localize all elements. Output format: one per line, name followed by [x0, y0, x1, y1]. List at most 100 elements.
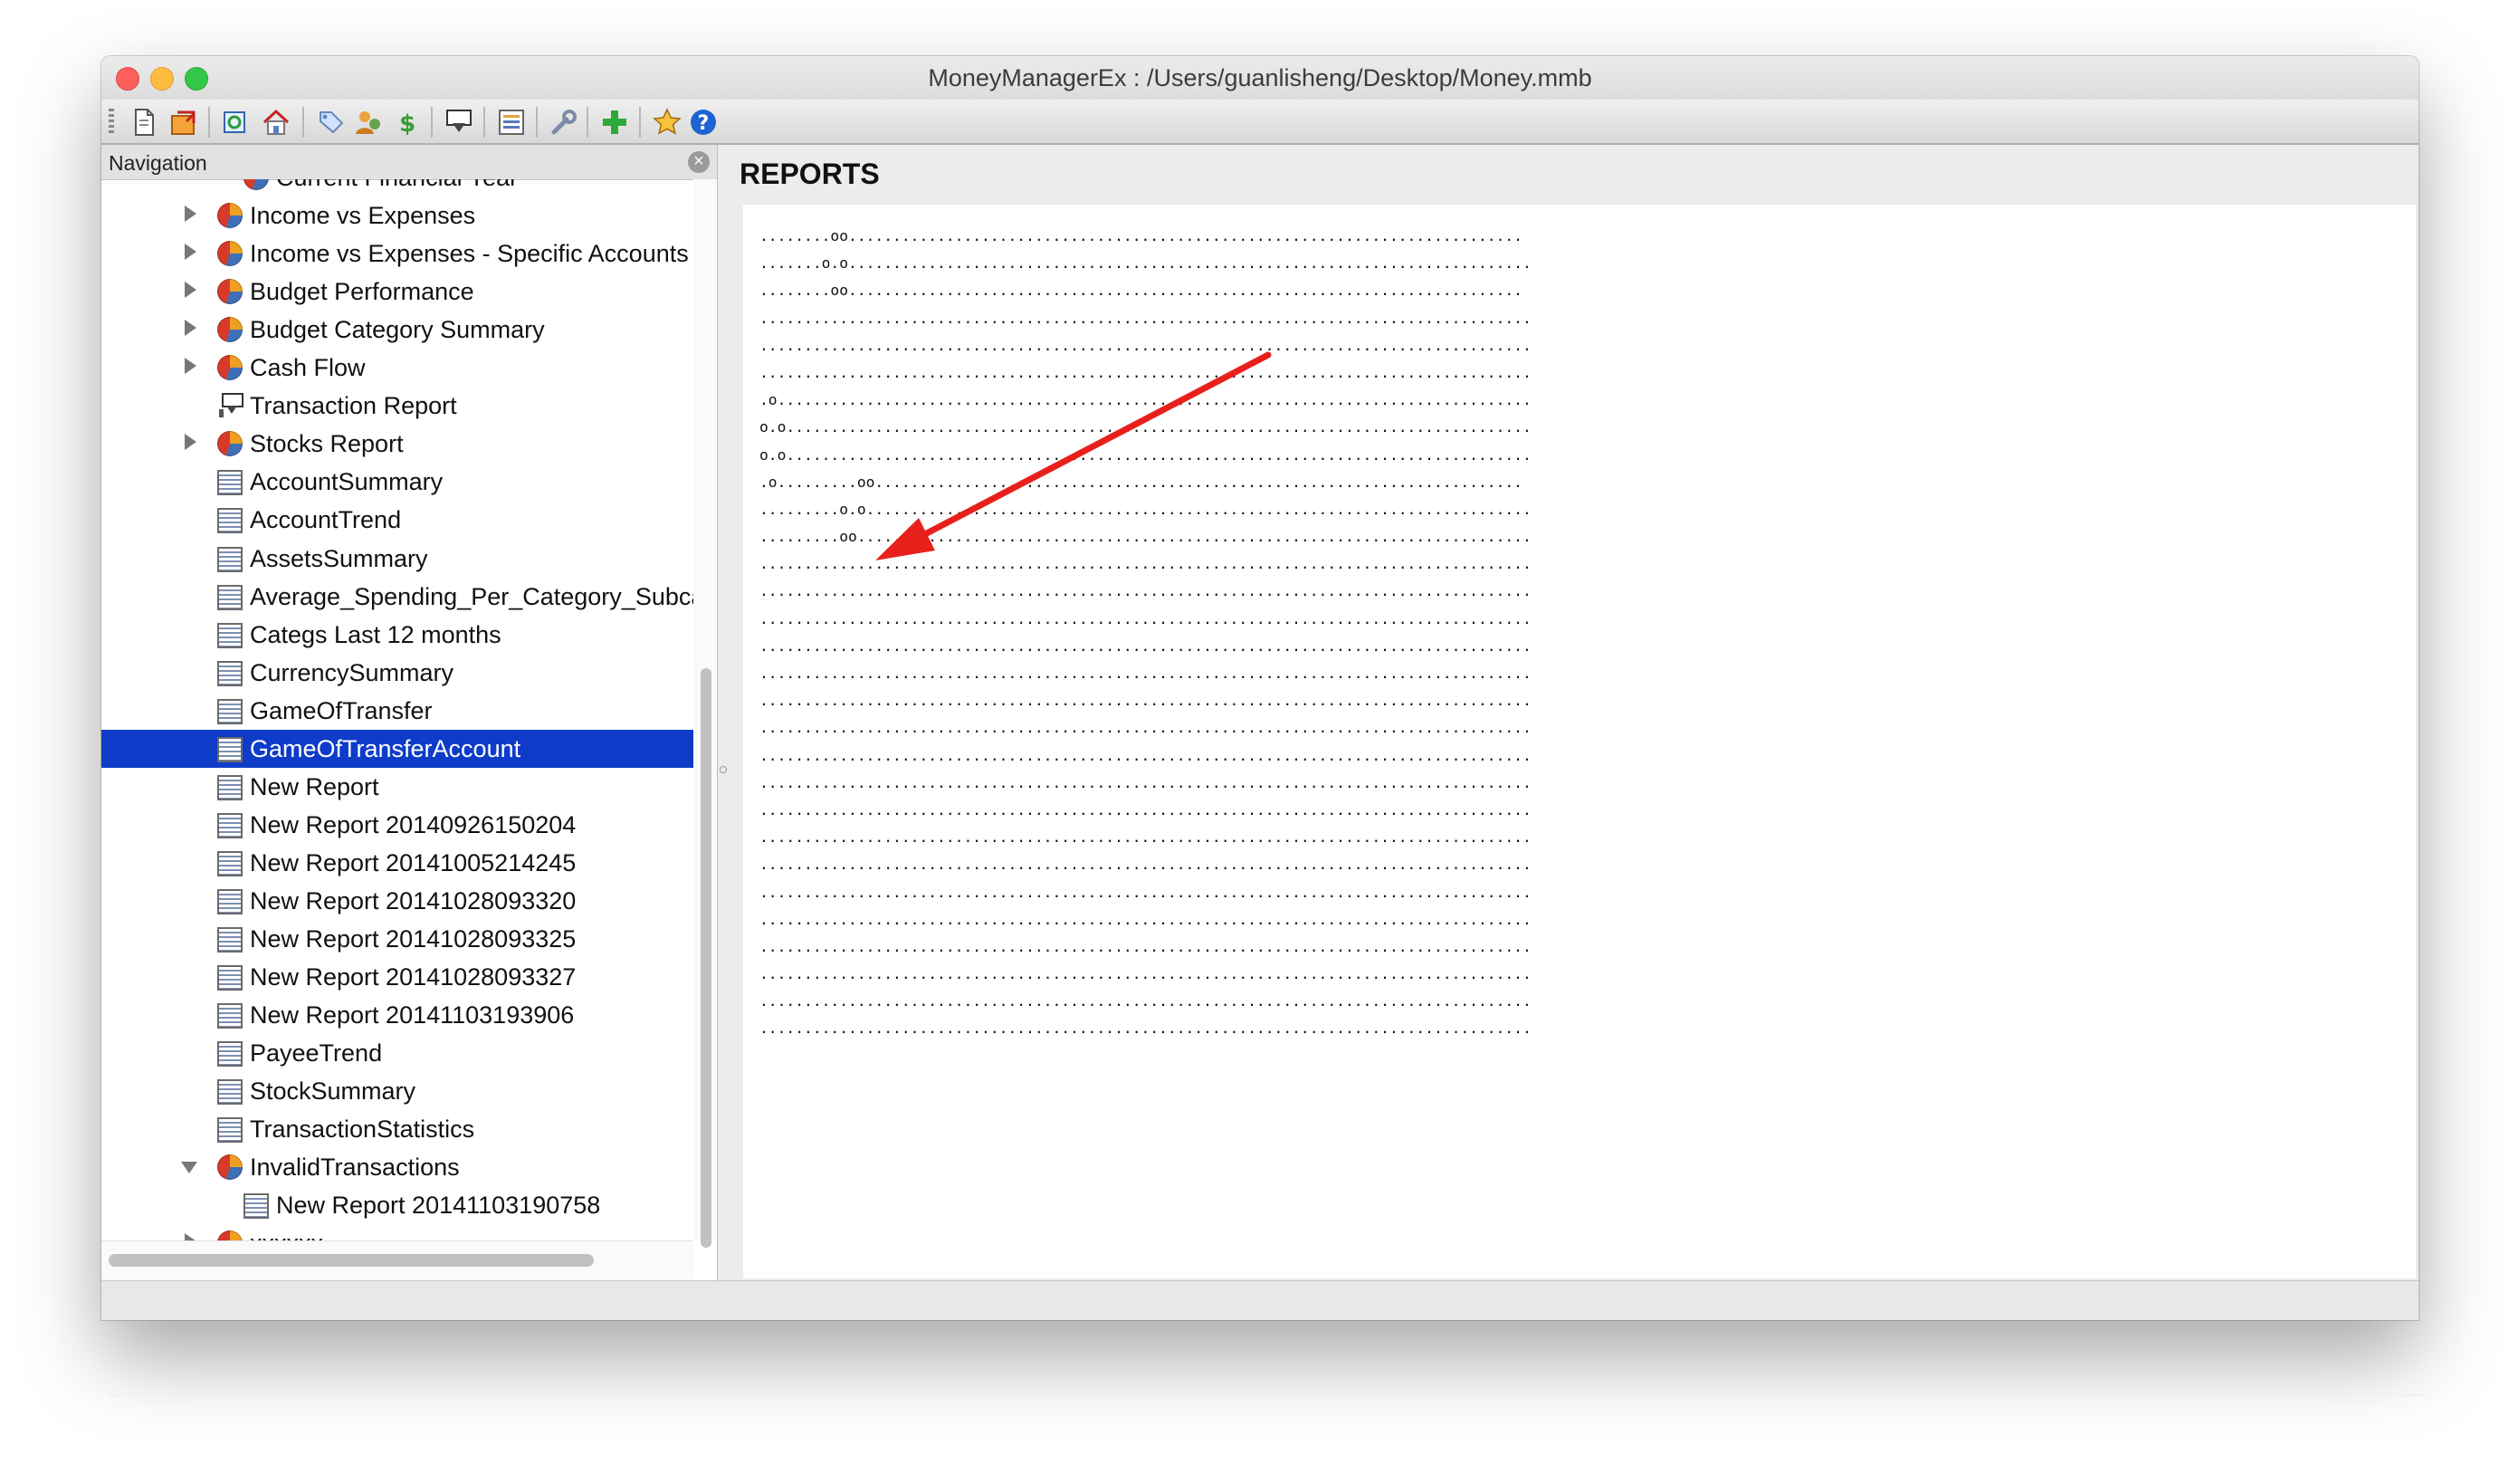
report-sheet-icon [217, 660, 243, 686]
report-view[interactable]: ........oo..............................… [743, 205, 2416, 1278]
tree-item[interactable]: GameOfTransferAccount [101, 729, 693, 768]
report-sheet-icon [217, 965, 243, 991]
disclosure-collapsed-icon[interactable] [185, 282, 196, 299]
tree-item[interactable]: New Report 20140926150204 [101, 806, 693, 844]
disclosure-collapsed-icon[interactable] [185, 358, 196, 375]
tree-item-label: New Report 20141103193906 [250, 1001, 575, 1029]
tree-item-label: xxxxxx [250, 1230, 323, 1240]
svg-text:?: ? [698, 112, 710, 135]
vertical-scrollbar[interactable] [693, 179, 717, 1248]
favorite-star-icon[interactable] [652, 107, 682, 138]
disclosure-collapsed-icon[interactable] [185, 320, 196, 337]
options-wrench-icon[interactable] [549, 107, 579, 138]
currency-icon[interactable]: $ [391, 107, 422, 138]
tree-item[interactable]: xxxxxx [101, 1224, 693, 1240]
horizontal-scroll-thumb[interactable] [109, 1254, 594, 1267]
tree-item[interactable]: AccountTrend [101, 501, 693, 539]
tree-item[interactable]: TransactionStatistics [101, 1110, 693, 1148]
tree-item-label: New Report 20140926150204 [250, 810, 577, 838]
pie-chart-icon [217, 355, 243, 381]
tree-item-label: AccountTrend [250, 506, 402, 534]
tree-item-label: New Report 20141028093327 [250, 963, 577, 991]
tree-item-label: New Report 20141103190758 [276, 1192, 601, 1220]
transaction-filter-icon[interactable] [444, 107, 474, 138]
tree-item[interactable]: Stocks Report [101, 425, 693, 463]
tree-item[interactable]: Budget Category Summary [101, 311, 693, 349]
tree-item-label: Income vs Expenses [250, 202, 476, 230]
disclosure-expanded-icon[interactable] [181, 1162, 197, 1174]
reports-heading: REPORTS [740, 158, 880, 190]
pie-chart-icon [217, 241, 243, 267]
toolbar-grip[interactable] [109, 109, 114, 136]
navigation-title: Navigation [109, 151, 207, 175]
disclosure-collapsed-icon[interactable] [185, 1233, 196, 1240]
tree-item[interactable]: InvalidTransactions [101, 1148, 693, 1186]
payees-icon[interactable] [353, 107, 384, 138]
tree-item-label: Income vs Expenses - Specific Accounts [250, 240, 689, 268]
tree-item-label: InvalidTransactions [250, 1154, 460, 1182]
tree-item[interactable]: Income vs Expenses - Specific Accounts [101, 235, 693, 273]
tree-item[interactable]: Cash Flow [101, 349, 693, 387]
disclosure-collapsed-icon[interactable] [185, 244, 196, 261]
help-icon[interactable]: ? [688, 107, 719, 138]
open-database-icon[interactable] [168, 107, 199, 138]
navigation-panel: Navigation × Current Financial Year Incom… [101, 145, 718, 1281]
board-line: ........................................… [759, 965, 1532, 983]
disclosure-collapsed-icon[interactable] [185, 434, 196, 451]
tree-item[interactable]: Budget Performance [101, 273, 693, 311]
tree-item-label: Cash Flow [250, 354, 366, 382]
tree-item[interactable]: New Report 20141028093327 [101, 958, 693, 996]
tree-item[interactable]: Current Financial Year [101, 179, 693, 196]
tree-item[interactable]: AccountSummary [101, 463, 693, 501]
report-sheet-icon [217, 850, 243, 876]
report-sheet-icon [217, 622, 243, 648]
tree-item-label: Average_Spending_Per_Category_Subcategor… [250, 582, 693, 610]
tree-item[interactable]: StockSummary [101, 1072, 693, 1110]
disclosure-collapsed-icon[interactable] [185, 206, 196, 223]
new-database-icon[interactable] [129, 107, 159, 138]
pie-chart-icon [243, 179, 269, 190]
tree-item[interactable]: New Report 20141005214245 [101, 844, 693, 882]
report-sheet-icon [217, 698, 243, 724]
budget-icon[interactable] [496, 107, 527, 138]
tree-item-label: TransactionStatistics [250, 1116, 475, 1144]
tree-item[interactable]: New Report 20141103193906 [101, 996, 693, 1034]
toolbar: $ ? [101, 100, 2419, 145]
tree-item-label: AssetsSummary [250, 544, 428, 572]
close-icon[interactable]: × [688, 151, 710, 173]
report-sheet-icon [217, 584, 243, 610]
panel-splitter[interactable] [718, 145, 729, 1280]
tree-item[interactable]: Categs Last 12 months [101, 616, 693, 654]
report-sheet-icon [217, 736, 243, 762]
tree-item[interactable]: New Report [101, 768, 693, 806]
splitter-handle[interactable] [720, 766, 727, 773]
navigation-tree[interactable]: Current Financial Year Income vs Expenses… [101, 179, 693, 1240]
toolbar-separator [639, 107, 641, 138]
add-new-icon[interactable] [599, 107, 630, 138]
toolbar-separator [431, 107, 433, 138]
tree-item[interactable]: GameOfTransfer [101, 692, 693, 730]
tree-item[interactable]: Transaction Report [101, 387, 693, 425]
tags-icon[interactable] [315, 107, 346, 138]
tree-item-label: New Report 20141028093325 [250, 925, 577, 953]
svg-text:$: $ [399, 110, 415, 138]
board-line: ........................................… [759, 856, 1532, 874]
refresh-icon[interactable] [221, 107, 252, 138]
tree-item-label: New Report 20141005214245 [250, 848, 577, 876]
tree-item[interactable]: New Report 20141028093325 [101, 920, 693, 958]
tree-item[interactable]: Average_Spending_Per_Category_Subcategor… [101, 578, 693, 616]
title-bar[interactable]: MoneyManagerEx : /Users/guanlisheng/Desk… [101, 56, 2419, 100]
vertical-scroll-thumb[interactable] [701, 668, 711, 1248]
report-sheet-icon [217, 470, 243, 496]
tree-item[interactable]: AssetsSummary [101, 540, 693, 578]
horizontal-scrollbar[interactable] [101, 1240, 693, 1281]
tree-item[interactable]: New Report 20141103190758 [101, 1186, 693, 1224]
tree-item[interactable]: PayeeTrend [101, 1034, 693, 1072]
tree-item-label: Budget Performance [250, 278, 474, 306]
tree-item[interactable]: New Report 20141028093320 [101, 882, 693, 920]
tree-item-label: PayeeTrend [250, 1039, 383, 1068]
toolbar-separator [208, 107, 210, 138]
tree-item[interactable]: Income vs Expenses [101, 196, 693, 235]
tree-item[interactable]: CurrencySummary [101, 654, 693, 692]
home-icon[interactable] [261, 107, 291, 138]
